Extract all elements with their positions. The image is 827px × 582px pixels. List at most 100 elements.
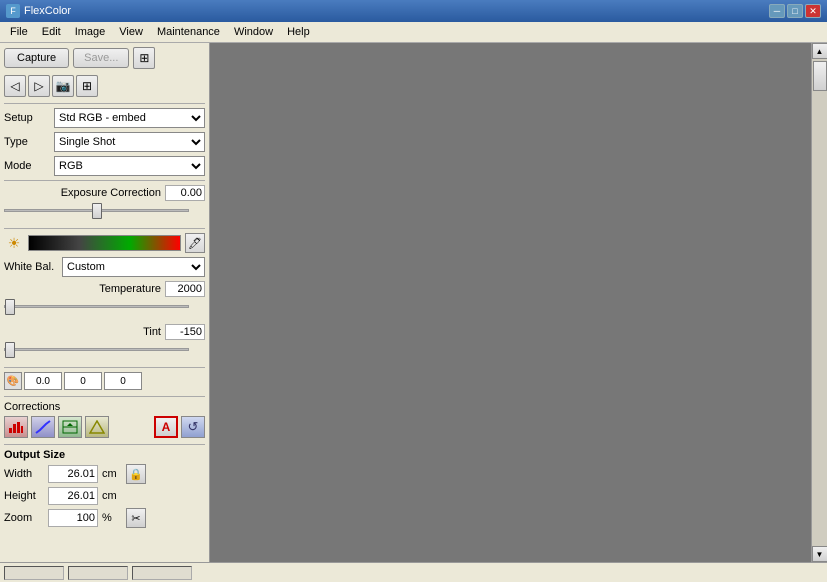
status-segment-2 <box>68 566 128 580</box>
hsl-button[interactable] <box>85 416 109 438</box>
text-a-button[interactable]: A <box>154 416 178 438</box>
temperature-slider[interactable] <box>4 299 189 313</box>
scroll-down-button[interactable]: ▼ <box>812 546 827 562</box>
exposure-row: Exposure Correction <box>4 185 205 201</box>
exposure-slider[interactable] <box>4 203 189 217</box>
divider-2 <box>4 180 205 181</box>
vertical-scrollbar: ▲ ▼ <box>811 43 827 562</box>
curves-button[interactable] <box>31 416 55 438</box>
exposure-slider-container <box>4 203 205 220</box>
capture-button[interactable]: Capture <box>4 48 69 68</box>
canvas-area <box>210 43 811 562</box>
divider-5 <box>4 396 205 397</box>
tint-slider-container <box>4 342 205 359</box>
menu-help[interactable]: Help <box>281 24 316 40</box>
main-container: Capture Save... ⊞ ◁ ▷ 📷 ⊞ Setup Std RGB … <box>0 43 827 562</box>
mode-row: Mode RGB <box>4 156 205 176</box>
close-button[interactable]: ✕ <box>805 4 821 18</box>
left-panel: Capture Save... ⊞ ◁ ▷ 📷 ⊞ Setup Std RGB … <box>0 43 210 562</box>
status-segment-1 <box>4 566 64 580</box>
menu-bar: File Edit Image View Maintenance Window … <box>0 22 827 43</box>
status-segment-3 <box>132 566 192 580</box>
sun-icon: ☀ <box>4 233 24 253</box>
divider-4 <box>4 367 205 368</box>
white-bal-label: White Bal. <box>4 261 62 273</box>
zoom-unit: % <box>102 512 122 524</box>
color-bar <box>28 235 181 251</box>
crop-icon-button[interactable]: ✂ <box>126 508 146 528</box>
levels-button[interactable] <box>58 416 82 438</box>
channel-icon: 🎨 <box>4 372 22 390</box>
camera-button[interactable]: 📷 <box>52 75 74 97</box>
temperature-input[interactable] <box>165 281 205 297</box>
menu-file[interactable]: File <box>4 24 34 40</box>
setup-label: Setup <box>4 112 54 124</box>
type-label: Type <box>4 136 54 148</box>
mode-label: Mode <box>4 160 54 172</box>
scroll-track[interactable] <box>812 59 827 546</box>
zoom-input[interactable] <box>48 509 98 527</box>
save-button[interactable]: Save... <box>73 48 129 68</box>
temperature-slider-container <box>4 299 205 316</box>
divider-3 <box>4 228 205 229</box>
width-input[interactable] <box>48 465 98 483</box>
menu-window[interactable]: Window <box>228 24 279 40</box>
type-row: Type Single Shot <box>4 132 205 152</box>
menu-edit[interactable]: Edit <box>36 24 67 40</box>
reset-button[interactable]: ↺ <box>181 416 205 438</box>
green-channel-input[interactable] <box>64 372 102 390</box>
width-row: Width cm 🔒 <box>4 464 205 484</box>
setup-select[interactable]: Std RGB - embed <box>54 108 205 128</box>
temperature-label: Temperature <box>4 283 165 295</box>
tint-slider[interactable] <box>4 342 189 356</box>
type-select[interactable]: Single Shot <box>54 132 205 152</box>
window-title: FlexColor <box>24 5 71 17</box>
height-unit: cm <box>102 490 122 502</box>
white-bal-row: White Bal. Custom <box>4 257 205 277</box>
exposure-label: Exposure Correction <box>4 187 165 199</box>
tint-label: Tint <box>4 326 165 338</box>
minimize-button[interactable]: ─ <box>769 4 785 18</box>
nav-row: ◁ ▷ 📷 ⊞ <box>4 75 205 97</box>
scroll-up-button[interactable]: ▲ <box>812 43 827 59</box>
white-bal-select[interactable]: Custom <box>62 257 205 277</box>
eyedropper-button[interactable]: 🖊 <box>185 233 205 253</box>
back-button[interactable]: ◁ <box>4 75 26 97</box>
mode-select[interactable]: RGB <box>54 156 205 176</box>
zoom-row: Zoom % ✂ <box>4 508 205 528</box>
app-icon: F <box>6 4 20 18</box>
scroll-thumb[interactable] <box>813 61 827 91</box>
canvas-content <box>210 43 811 562</box>
blue-channel-input[interactable] <box>104 372 142 390</box>
height-input[interactable] <box>48 487 98 505</box>
output-size-label: Output Size <box>4 449 205 461</box>
histogram-button[interactable] <box>4 416 28 438</box>
menu-view[interactable]: View <box>113 24 149 40</box>
tint-row: Tint <box>4 324 205 340</box>
height-label: Height <box>4 490 44 502</box>
divider-1 <box>4 103 205 104</box>
color-bar-row: ☀ 🖊 <box>4 233 205 253</box>
status-bar <box>0 562 827 582</box>
title-bar: F FlexColor ─ □ ✕ <box>0 0 827 22</box>
rgb-channels-row: 🎨 <box>4 372 205 390</box>
temperature-row: Temperature <box>4 281 205 297</box>
capture-save-row: Capture Save... ⊞ <box>4 47 205 69</box>
tint-input[interactable] <box>165 324 205 340</box>
maximize-button[interactable]: □ <box>787 4 803 18</box>
lock-icon-button[interactable]: 🔒 <box>126 464 146 484</box>
forward-button[interactable]: ▷ <box>28 75 50 97</box>
divider-6 <box>4 444 205 445</box>
setup-row: Setup Std RGB - embed <box>4 108 205 128</box>
red-channel-input[interactable] <box>24 372 62 390</box>
zoom-label: Zoom <box>4 512 44 524</box>
grid-view-button[interactable]: ⊞ <box>76 75 98 97</box>
corrections-row: A ↺ <box>4 416 205 438</box>
menu-maintenance[interactable]: Maintenance <box>151 24 226 40</box>
height-row: Height cm <box>4 487 205 505</box>
grid-icon-button[interactable]: ⊞ <box>133 47 155 69</box>
width-unit: cm <box>102 468 122 480</box>
menu-image[interactable]: Image <box>69 24 112 40</box>
corrections-label: Corrections <box>4 401 205 413</box>
exposure-input[interactable] <box>165 185 205 201</box>
